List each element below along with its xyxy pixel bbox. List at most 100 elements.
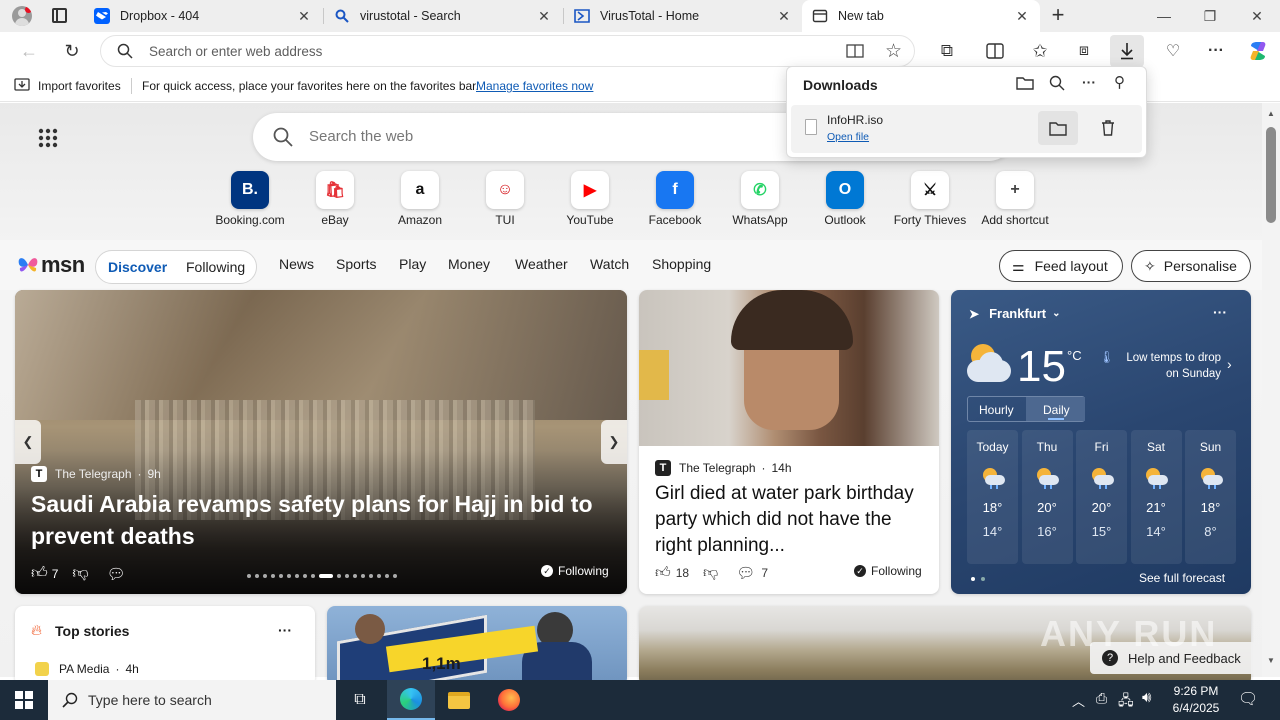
chevron-right-icon[interactable]: › [1227,356,1232,372]
downloads-icon[interactable] [1110,35,1144,67]
new-tab-button[interactable]: + [1046,4,1070,28]
tab-daily[interactable]: Daily [1043,403,1070,417]
manage-favorites-link[interactable]: Manage favorites now [476,79,593,93]
carousel-next-button[interactable]: ❯ [601,420,627,464]
tab-discover[interactable]: Discover [108,259,167,275]
close-tab-icon[interactable]: ✕ [1014,8,1030,25]
delete-download-button[interactable] [1091,111,1125,145]
address-bar[interactable]: Search or enter web address ☆ [100,35,915,67]
comment-icon[interactable]: 💬︎ [107,565,126,583]
clock-date[interactable]: 6/4/2025 [1168,701,1224,715]
solar-news-card[interactable]: 1,1m [327,606,627,686]
favorites-icon[interactable]: ✩ [1025,36,1055,66]
nav-weather[interactable]: Weather [515,256,568,272]
comment-icon[interactable]: 💬︎ [736,564,755,582]
nav-money[interactable]: Money [448,256,490,272]
nav-shopping[interactable]: Shopping [652,256,711,272]
more-options-icon[interactable]: ··· [1213,304,1227,320]
hero-news-card[interactable]: ❮ ❯ T The Telegraph · 9h Saudi Arabia reva… [15,290,627,594]
weather-note[interactable]: Low temps to drop on Sunday [1115,350,1221,382]
like-icon[interactable]: 👍︎ [655,564,671,582]
shortcut-youtube[interactable]: ▶ YouTube [550,171,630,227]
personalise-button[interactable]: ✧ Personalise [1131,250,1251,282]
shortcut-whatsapp[interactable]: ✆ WhatsApp [720,171,800,227]
temp-unit[interactable]: °C [1067,348,1082,363]
tab-virustotal-search[interactable]: virustotal - Search ✕ [324,0,562,32]
card2-following[interactable]: Following [871,564,922,578]
msn-logo[interactable]: msn [16,252,85,278]
firefox-icon[interactable] [485,680,533,720]
forecast-day-fri[interactable]: Fri 20° 15° [1076,430,1127,564]
tab-hourly[interactable]: Hourly [979,403,1014,417]
nav-play[interactable]: Play [399,256,426,272]
shortcut-amazon[interactable]: a Amazon [380,171,460,227]
shortcut-ebay[interactable]: 🛍 eBay [295,171,375,227]
more-options-icon[interactable]: ··· [278,622,292,638]
shortcut-add-shortcut[interactable]: + Add shortcut [975,171,1055,227]
extensions-icon[interactable]: ⧉ [932,36,962,66]
show-in-folder-button[interactable] [1038,111,1078,145]
start-button[interactable] [0,680,48,720]
forecast-day-sat[interactable]: Sat 21° 14° [1130,430,1182,564]
tab-virustotal-home[interactable]: VirusTotal - Home ✕ [564,0,802,32]
forecast-day-today[interactable]: Today 18° 14° [967,430,1018,564]
edge-taskbar-icon[interactable] [387,680,435,720]
close-tab-icon[interactable]: ✕ [296,8,312,25]
tab-dropbox[interactable]: Dropbox - 404 ✕ [84,0,322,32]
scrollbar-thumb[interactable] [1266,127,1276,223]
news-card[interactable]: T The Telegraph · 14h Girl died at water p… [639,290,939,594]
weather-card[interactable]: ➤ Frankfurt ⌄ ··· 15 °C 🌡︎ Low temps to … [951,290,1251,594]
ethernet-icon[interactable]: 🖧︎ [1118,690,1134,714]
open-file-link[interactable]: Open file [827,131,869,143]
collections-icon[interactable]: ⧈ [1069,36,1099,66]
nav-news[interactable]: News [279,256,314,272]
search-downloads-icon[interactable] [1049,75,1065,94]
forecast-day-thu[interactable]: Thu 20° 16° [1021,430,1073,564]
open-downloads-folder-icon[interactable] [1016,75,1034,94]
nav-sports[interactable]: Sports [336,256,376,272]
copilot-icon[interactable] [1243,36,1273,66]
task-view-icon[interactable]: ⧉ [345,690,375,710]
card2-headline[interactable]: Girl died at water park birthday party w… [655,481,927,559]
network-icon[interactable]: ⎙ [1096,690,1107,707]
shortcut-forty-thieves[interactable]: ⚔ Forty Thieves [890,171,970,227]
hero-headline[interactable]: Saudi Arabia revamps safety plans for Ha… [31,488,611,552]
page-scrollbar[interactable]: ▲ ▼ [1262,103,1280,677]
close-tab-icon[interactable]: ✕ [536,8,552,25]
file-explorer-icon[interactable] [435,680,483,720]
immersive-reader-icon[interactable] [846,43,864,62]
pin-icon[interactable]: ⚲ [1114,73,1125,91]
more-options-icon[interactable]: ··· [1082,74,1096,90]
close-tab-icon[interactable]: ✕ [776,8,792,25]
weather-city[interactable]: Frankfurt [989,306,1046,321]
feed-layout-button[interactable]: ⚌ Feed layout [999,250,1123,282]
carousel-prev-button[interactable]: ❮ [15,420,41,464]
hero-following[interactable]: Following [558,564,609,578]
app-launcher-icon[interactable] [38,128,58,148]
import-favorites-button[interactable]: Import favorites [38,79,121,93]
dislike-icon[interactable]: 👎︎ [703,564,718,582]
favorite-star-icon[interactable]: ☆ [885,40,902,63]
tab-new-tab[interactable]: New tab ✕ [802,0,1040,32]
shortcut-booking-com[interactable]: B. Booking.com [210,171,290,227]
shortcut-facebook[interactable]: f Facebook [635,171,715,227]
clock-time[interactable]: 9:26 PM [1172,684,1220,698]
split-screen-icon[interactable] [980,36,1010,66]
close-window-button[interactable]: ✕ [1234,0,1280,32]
nav-watch[interactable]: Watch [590,256,629,272]
tab-following[interactable]: Following [186,259,245,275]
back-button[interactable]: ← [14,36,44,66]
profile-avatar[interactable] [12,6,32,26]
refresh-button[interactable]: ↻ [57,36,87,66]
download-item[interactable]: InfoHR.iso Open file [791,105,1142,153]
chevron-down-icon[interactable]: ⌄ [1052,308,1060,319]
see-full-forecast-link[interactable]: See full forecast [1139,571,1225,585]
notification-icon[interactable]: 🗨︎ [1238,689,1258,709]
minimize-button[interactable]: — [1141,0,1187,32]
tab-actions-icon[interactable] [52,8,67,23]
shortcut-outlook[interactable]: O Outlook [805,171,885,227]
like-icon[interactable]: 👍︎ [31,564,48,583]
dislike-icon[interactable]: 👎︎ [72,564,88,583]
restore-button[interactable]: ❐ [1187,0,1233,32]
show-hidden-icons[interactable]: ︿ [1072,691,1085,710]
